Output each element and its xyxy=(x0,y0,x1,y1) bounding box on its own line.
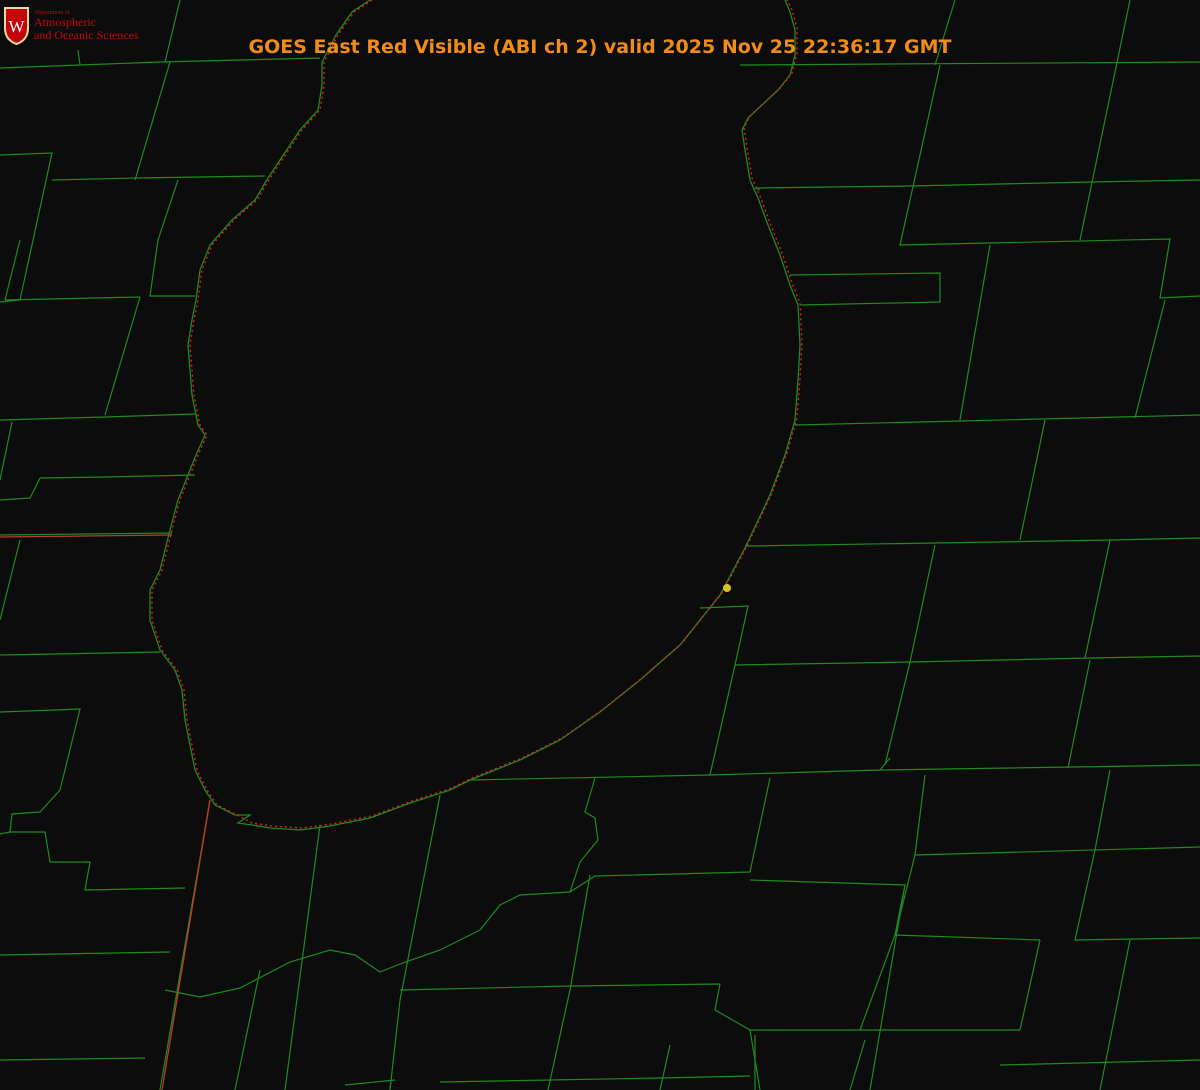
satellite-map: W Department of Atmospheric and Oceanic … xyxy=(0,0,1200,1090)
map-background xyxy=(0,0,1200,1090)
yellow-dot-icon[interactable] xyxy=(723,584,731,592)
svg-text:W: W xyxy=(8,17,25,36)
logo-line-atmospheric: Atmospheric xyxy=(34,15,96,29)
map-canvas xyxy=(0,0,1200,1090)
image-title: GOES East Red Visible (ABI ch 2) valid 2… xyxy=(248,36,952,58)
